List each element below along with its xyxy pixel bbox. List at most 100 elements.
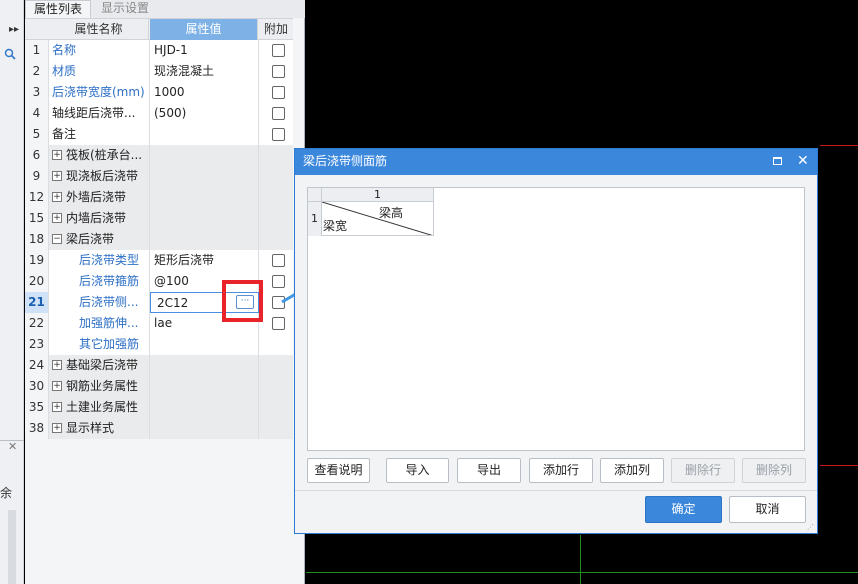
column-header[interactable]: 1: [322, 188, 434, 202]
row-value[interactable]: 矩形后浇带: [150, 250, 259, 271]
row-number: 19: [25, 250, 49, 271]
row-value[interactable]: 现浇混凝土: [150, 61, 259, 82]
extra-checkbox[interactable]: [272, 44, 285, 57]
row-name: 名称: [49, 40, 150, 61]
row-name: 备注: [49, 124, 150, 145]
table-row-group[interactable]: 24 + 基础梁后浇带: [25, 355, 293, 376]
header-extra: 附加: [263, 22, 288, 36]
table-row-group[interactable]: 15 + 内墙后浇带: [25, 208, 293, 229]
expand-icon[interactable]: +: [52, 422, 62, 433]
table-row[interactable]: 4 轴线距后浇带... (500): [25, 103, 293, 124]
header-beam-height: 梁高: [378, 206, 403, 220]
drawing-line: [820, 145, 858, 146]
tab-display-settings[interactable]: 显示设置: [93, 0, 157, 18]
collapse-icon[interactable]: −: [52, 233, 62, 244]
extra-checkbox[interactable]: [272, 317, 285, 330]
expand-icon[interactable]: +: [52, 191, 62, 202]
delete-column-button[interactable]: 删除列: [742, 458, 806, 483]
row-value[interactable]: [150, 334, 259, 355]
row-value[interactable]: HJD-1: [150, 40, 259, 61]
add-row-button[interactable]: 添加行: [529, 458, 593, 483]
close-icon[interactable]: ✕: [797, 152, 809, 170]
row-name: 显示样式: [66, 421, 115, 435]
row-number: 12: [25, 187, 49, 208]
row-value[interactable]: 1000: [150, 82, 259, 103]
extra-checkbox[interactable]: [272, 86, 285, 99]
row-value[interactable]: [150, 124, 259, 145]
row-number: 15: [25, 208, 49, 229]
row-name: 外墙后浇带: [66, 190, 127, 204]
expand-icon[interactable]: +: [52, 401, 62, 412]
drawing-line: [820, 465, 858, 466]
tab-property-list[interactable]: 属性列表: [25, 0, 92, 18]
row-number: 5: [25, 124, 49, 145]
row-number: 38: [25, 418, 49, 439]
cancel-button[interactable]: 取消: [729, 496, 806, 523]
table-cell[interactable]: 梁高 梁宽: [322, 202, 434, 236]
expand-icon[interactable]: +: [52, 359, 62, 370]
partial-label: 余: [0, 486, 13, 500]
table-row[interactable]: 3 后浇带宽度(mm) 1000: [25, 82, 293, 103]
property-panel: 属性列表 显示设置 属性名称 属性值 附加 1 名称 HJD-1 2 材质 现浇…: [25, 0, 305, 584]
row-header[interactable]: 1: [308, 202, 322, 236]
row-name: 轴线距后浇带...: [49, 103, 150, 124]
extra-checkbox[interactable]: [272, 65, 285, 78]
row-name: 后浇带类型: [49, 250, 150, 271]
extra-checkbox[interactable]: [272, 128, 285, 141]
expand-icon[interactable]: +: [52, 212, 62, 223]
import-button[interactable]: 导入: [386, 458, 449, 483]
dialog-title-bar[interactable]: 梁后浇带侧面筋: [295, 149, 817, 175]
row-value: 2C12: [157, 296, 189, 310]
grid-header: 属性名称 属性值 附加: [25, 19, 293, 40]
expand-icon[interactable]: +: [52, 380, 62, 391]
row-name: 后浇带宽度(mm): [49, 82, 150, 103]
left-side-strip: ▸▸ ✕ 余: [0, 0, 24, 584]
row-number: 6: [25, 145, 49, 166]
add-column-button[interactable]: 添加列: [600, 458, 664, 483]
row-name: 加强筋伸...: [49, 313, 150, 334]
expand-icon[interactable]: +: [52, 149, 62, 160]
row-number: 1: [25, 40, 49, 61]
table-corner: [308, 188, 322, 202]
table-row-group[interactable]: 38 + 显示样式: [25, 418, 293, 439]
table-row-group[interactable]: 6 + 筏板(桩承台...: [25, 145, 293, 166]
table-row-group[interactable]: 9 + 现浇板后浇带: [25, 166, 293, 187]
table-row-group[interactable]: 35 + 土建业务属性: [25, 397, 293, 418]
header-beam-width: 梁宽: [323, 219, 348, 233]
view-help-button[interactable]: 查看说明: [307, 458, 370, 483]
table-row[interactable]: 19 后浇带类型 矩形后浇带: [25, 250, 293, 271]
table-row[interactable]: 5 备注: [25, 124, 293, 145]
table-row[interactable]: 1 名称 HJD-1: [25, 40, 293, 61]
table-row[interactable]: 2 材质 现浇混凝土: [25, 61, 293, 82]
expand-arrows-icon[interactable]: ▸▸: [9, 24, 19, 35]
row-value[interactable]: (500): [150, 103, 259, 124]
export-button[interactable]: 导出: [457, 458, 521, 483]
close-icon[interactable]: ✕: [8, 440, 17, 453]
search-icon[interactable]: [4, 48, 22, 64]
resize-grip-icon[interactable]: ⋰: [807, 523, 815, 531]
expand-icon[interactable]: +: [52, 170, 62, 181]
row-number: 24: [25, 355, 49, 376]
ok-button[interactable]: 确定: [645, 496, 722, 523]
table-row-group[interactable]: 30 + 钢筋业务属性: [25, 376, 293, 397]
dialog-title: 梁后浇带侧面筋: [303, 154, 388, 168]
row-name: 筏板(桩承台...: [66, 148, 143, 162]
row-number: 9: [25, 166, 49, 187]
row-number: 4: [25, 103, 49, 124]
table-row-group[interactable]: 12 + 外墙后浇带: [25, 187, 293, 208]
rebar-table: 1 1 梁高 梁宽: [308, 188, 434, 236]
row-name: 其它加强筋: [49, 334, 150, 355]
extra-checkbox[interactable]: [272, 107, 285, 120]
table-row[interactable]: 23 其它加强筋: [25, 334, 293, 355]
maximize-icon[interactable]: [773, 157, 782, 165]
row-name: 后浇带箍筋: [49, 271, 150, 292]
row-number: 23: [25, 334, 49, 355]
delete-row-button[interactable]: 删除行: [671, 458, 735, 483]
row-name: 材质: [49, 61, 150, 82]
scrollbar[interactable]: [8, 510, 16, 584]
row-number: 18: [25, 229, 49, 250]
row-name: 土建业务属性: [66, 400, 139, 414]
row-name: 梁后浇带: [66, 232, 115, 246]
table-row-group[interactable]: 18 − 梁后浇带: [25, 229, 293, 250]
divider: [295, 490, 817, 491]
